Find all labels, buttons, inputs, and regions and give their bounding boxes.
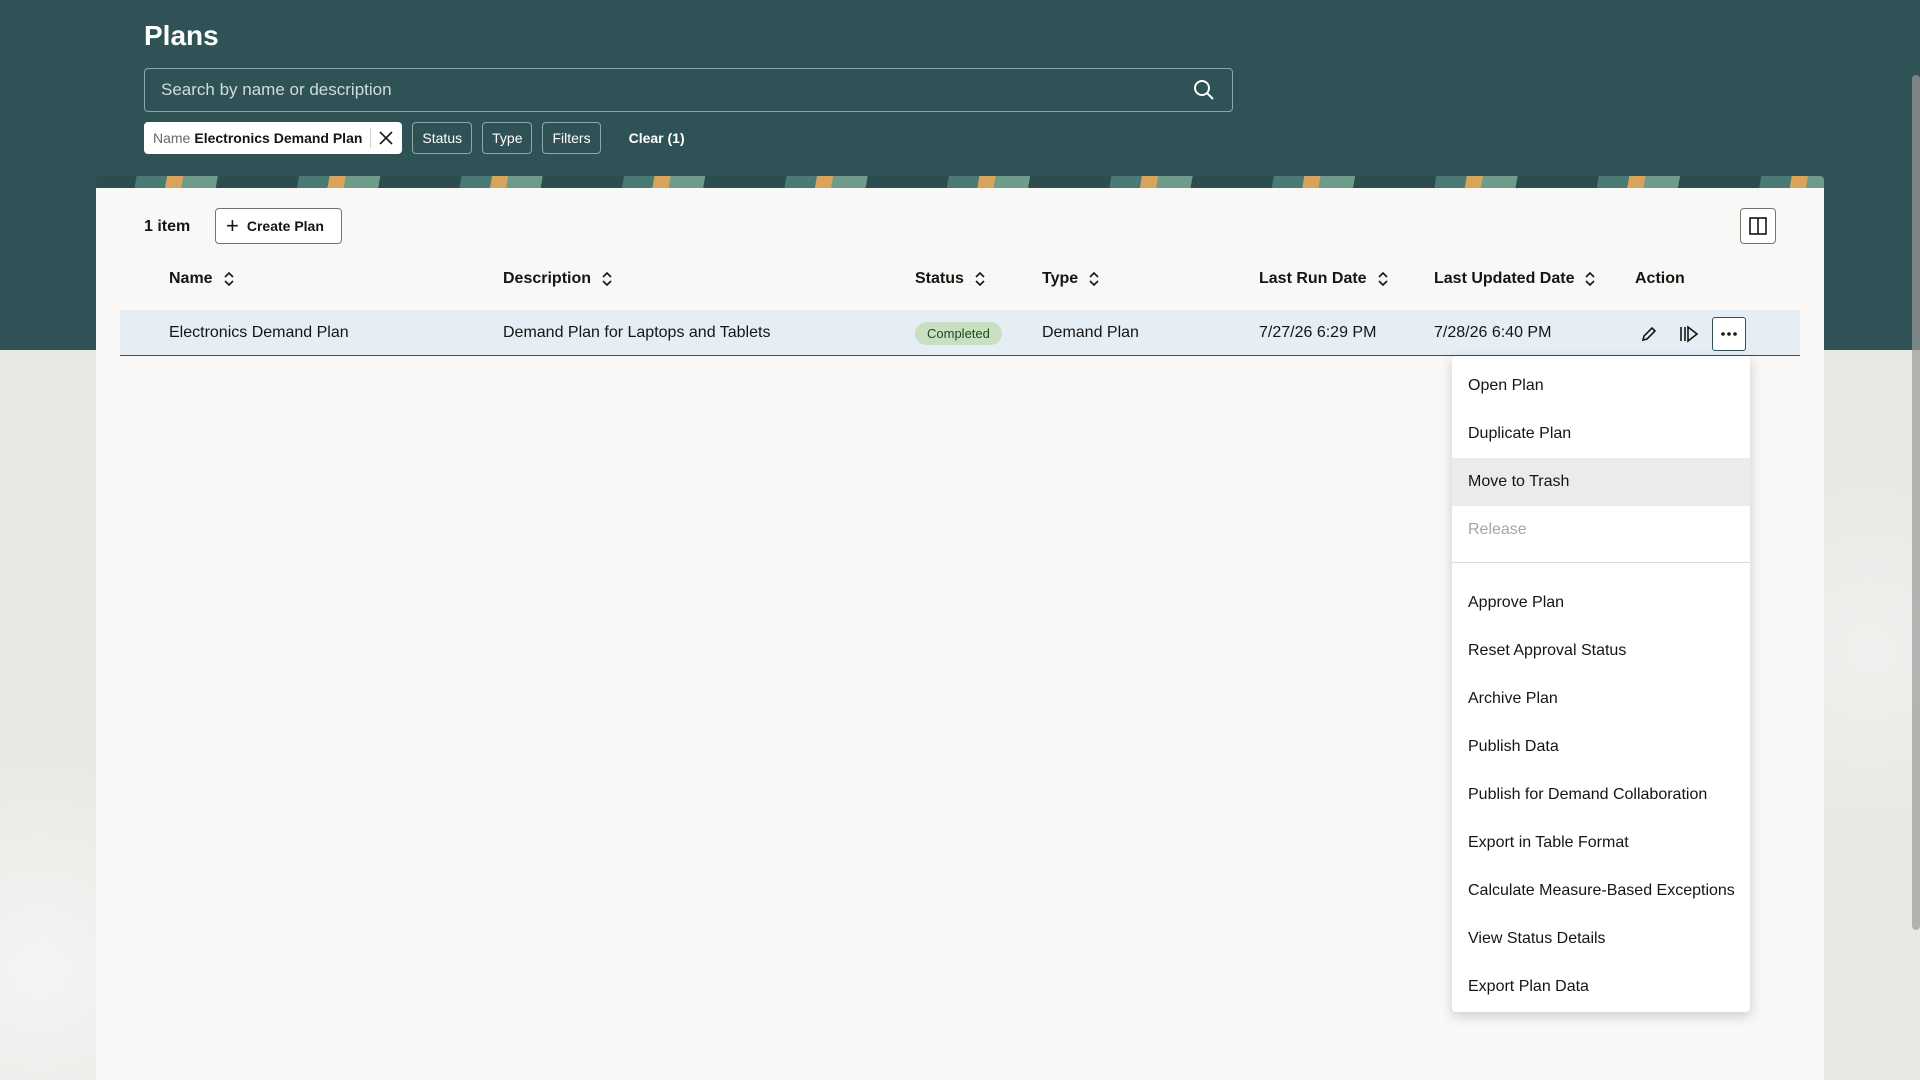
column-header-action: Action xyxy=(1635,270,1685,288)
cell-description: Demand Plan for Laptops and Tablets xyxy=(503,324,771,341)
create-plan-label: Create Plan xyxy=(246,218,324,234)
cell-last-updated: 7/28/26 6:40 PM xyxy=(1434,324,1552,341)
menu-item-export-table-format[interactable]: Export in Table Format xyxy=(1452,819,1750,867)
column-header-name[interactable]: Name xyxy=(169,270,235,288)
item-count: 1 item xyxy=(144,218,191,235)
menu-item-archive-plan[interactable]: Archive Plan xyxy=(1452,675,1750,723)
filter-chip-filters[interactable]: Filters xyxy=(542,122,601,154)
column-header-status[interactable]: Status xyxy=(915,270,986,288)
menu-item-publish-demand-collaboration[interactable]: Publish for Demand Collaboration xyxy=(1452,771,1750,819)
sort-icon[interactable] xyxy=(601,271,613,287)
menu-item-move-to-trash[interactable]: Move to Trash xyxy=(1452,458,1750,506)
split-panel-icon xyxy=(1749,217,1767,235)
cell-type: Demand Plan xyxy=(1042,324,1139,341)
filter-chip-name[interactable]: Name Electronics Demand Plan xyxy=(144,122,403,154)
cell-name: Electronics Demand Plan xyxy=(169,324,349,341)
column-label: Status xyxy=(915,270,964,287)
status-badge: Completed xyxy=(915,321,1002,345)
more-actions-button[interactable] xyxy=(1712,317,1746,351)
edit-button[interactable] xyxy=(1632,317,1666,351)
search-icon[interactable] xyxy=(1192,78,1216,102)
menu-item-approve-plan[interactable]: Approve Plan xyxy=(1452,579,1750,627)
filter-chip-key: Name xyxy=(153,130,191,146)
decorative-banner xyxy=(96,176,1824,188)
filter-chip-type[interactable]: Type xyxy=(482,122,533,154)
filter-bar: Name Electronics Demand Plan Status Type… xyxy=(144,122,685,154)
cell-last-run: 7/27/26 6:29 PM xyxy=(1259,324,1377,341)
column-label: Type xyxy=(1042,270,1079,287)
menu-item-export-plan-data[interactable]: Export Plan Data xyxy=(1452,963,1750,1011)
column-header-description[interactable]: Description xyxy=(503,270,613,288)
cell-status: Completed xyxy=(915,310,1002,356)
menu-item-release: Release xyxy=(1468,521,1527,538)
sort-icon[interactable] xyxy=(1377,271,1389,287)
sort-icon[interactable] xyxy=(223,271,235,287)
filter-chip-divider xyxy=(370,128,372,148)
menu-item-calculate-exceptions[interactable]: Calculate Measure-Based Exceptions xyxy=(1452,867,1750,915)
search-bar[interactable] xyxy=(144,68,1233,112)
menu-item-duplicate-plan[interactable]: Duplicate Plan xyxy=(1452,410,1750,458)
sort-icon[interactable] xyxy=(1584,271,1596,287)
filter-chip-status[interactable]: Status xyxy=(412,122,473,154)
panel-toggle-button[interactable] xyxy=(1740,208,1776,244)
menu-divider xyxy=(1452,562,1750,563)
column-label: Description xyxy=(503,270,592,287)
column-label: Last Run Date xyxy=(1259,270,1367,287)
table-row[interactable]: Electronics Demand Plan Demand Plan for … xyxy=(120,310,1800,356)
column-header-last-run-date[interactable]: Last Run Date xyxy=(1259,270,1389,288)
column-label: Last Updated Date xyxy=(1434,270,1575,287)
sort-icon[interactable] xyxy=(974,271,986,287)
pencil-icon xyxy=(1641,326,1657,342)
page-scrollbar[interactable] xyxy=(1912,75,1920,930)
search-input[interactable] xyxy=(161,80,1192,100)
page-title: Plans xyxy=(144,20,219,51)
create-plan-button[interactable]: + Create Plan xyxy=(215,208,342,244)
column-label: Action xyxy=(1635,270,1685,287)
menu-item-reset-approval-status[interactable]: Reset Approval Status xyxy=(1452,627,1750,675)
run-icon xyxy=(1680,325,1699,343)
column-header-last-updated-date[interactable]: Last Updated Date xyxy=(1434,270,1596,288)
column-header-type[interactable]: Type xyxy=(1042,270,1100,288)
run-plan-button[interactable] xyxy=(1672,317,1706,351)
ellipsis-icon xyxy=(1721,332,1737,336)
close-icon[interactable] xyxy=(379,131,393,145)
column-label: Name xyxy=(169,270,213,287)
plus-icon: + xyxy=(226,213,239,238)
menu-item-view-status-details[interactable]: View Status Details xyxy=(1452,915,1750,963)
clear-filters-link[interactable]: Clear (1) xyxy=(629,130,685,146)
sort-icon[interactable] xyxy=(1088,271,1100,287)
filter-chip-value: Electronics Demand Plan xyxy=(194,130,363,146)
menu-item-open-plan[interactable]: Open Plan xyxy=(1452,362,1750,410)
menu-item-publish-data[interactable]: Publish Data xyxy=(1452,723,1750,771)
actions-menu: Open Plan Duplicate Plan Move to Trash R… xyxy=(1452,356,1750,1012)
